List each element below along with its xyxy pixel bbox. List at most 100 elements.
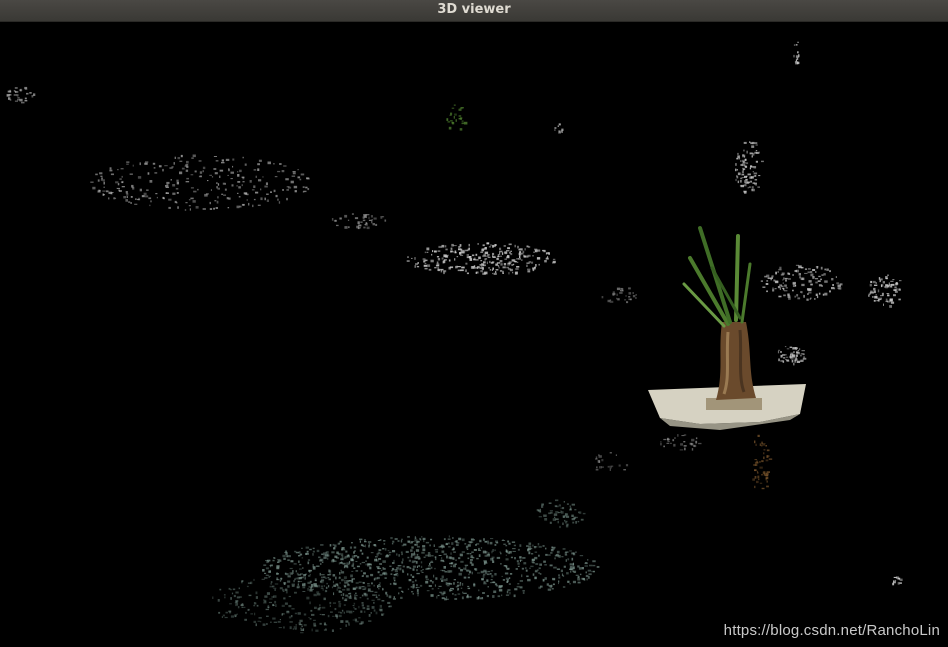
point-cluster-dot	[139, 188, 142, 192]
point-cluster-dot	[294, 591, 297, 594]
point-cluster-dot	[812, 269, 816, 271]
point-cluster-dot	[586, 562, 588, 564]
point-cluster-dot	[490, 538, 494, 540]
point-cluster-dot	[255, 175, 257, 178]
point-cluster-dot	[558, 574, 560, 576]
point-cluster-dot	[414, 556, 418, 560]
point-cluster-dot	[106, 190, 109, 193]
point-cluster-dot	[420, 561, 423, 564]
point-cluster-dot	[302, 567, 304, 569]
point-cluster-dot	[194, 170, 197, 173]
point-cluster-dot	[537, 569, 539, 571]
point-cluster-dot	[868, 294, 870, 297]
point-cluster-dot	[612, 294, 615, 296]
point-cluster-dot	[445, 248, 448, 251]
point-cluster-dot	[482, 267, 484, 270]
point-cluster-dot	[789, 346, 793, 348]
point-cluster-dot	[297, 169, 299, 171]
point-cluster-dot	[291, 585, 295, 587]
point-cluster-dot	[338, 600, 341, 603]
point-cluster-dot	[360, 570, 363, 572]
point-cluster-dot	[554, 127, 557, 129]
point-cluster-dot	[321, 580, 324, 584]
point-cluster-dot	[595, 456, 598, 460]
point-cluster-dot	[237, 174, 240, 177]
point-cluster-dot	[386, 594, 389, 597]
point-cluster-dot	[276, 572, 278, 575]
point-cluster-dot	[401, 538, 403, 540]
point-cluster-dot	[501, 575, 503, 577]
point-cluster-dot	[749, 141, 751, 143]
point-cluster-dot	[742, 161, 745, 164]
point-cluster-dot	[558, 504, 561, 507]
point-cluster-dot	[147, 172, 150, 175]
point-cluster-dot	[347, 219, 350, 221]
point-cluster-dot	[737, 180, 739, 184]
3d-viewport[interactable]: https://blog.csdn.net/RanchoLin	[0, 22, 948, 647]
point-cluster-dot	[398, 554, 400, 557]
point-cluster-dot	[531, 553, 534, 555]
point-cluster-dot	[367, 541, 372, 543]
point-cluster-dot	[331, 559, 334, 563]
point-cluster-dot	[740, 160, 742, 162]
point-cluster-dot	[598, 454, 600, 456]
point-cluster-dot	[115, 181, 119, 184]
point-cluster-dot	[683, 445, 687, 447]
point-cluster-dot	[619, 291, 623, 294]
point-cluster-dot	[797, 349, 800, 351]
point-cluster-dot	[437, 269, 440, 271]
point-cluster-dot	[666, 442, 670, 444]
point-cluster-dot	[126, 193, 129, 196]
point-cluster-dot	[234, 602, 237, 604]
point-cluster-dot	[466, 594, 468, 598]
point-cluster-dot	[534, 546, 538, 548]
point-cluster-dot	[595, 468, 599, 471]
point-cluster-dot	[542, 545, 545, 547]
point-cluster-dot	[412, 541, 415, 543]
point-cluster-dot	[511, 264, 514, 266]
point-cluster-dot	[316, 565, 320, 567]
point-cluster-dot	[393, 579, 396, 582]
point-cluster-dot	[384, 548, 387, 551]
point-cluster-dot	[14, 87, 18, 89]
point-cluster-dot	[294, 578, 297, 581]
point-cluster-dot	[749, 167, 751, 170]
point-cluster-dot	[784, 277, 788, 280]
point-cluster-dot	[239, 596, 242, 598]
point-cluster-dot	[352, 619, 354, 621]
point-cluster-dot	[376, 595, 378, 598]
point-cluster-dot	[737, 152, 739, 155]
point-cluster-dot	[108, 197, 110, 200]
point-cluster-dot	[250, 613, 253, 615]
point-cluster-dot	[474, 568, 477, 570]
point-cluster-dot	[358, 586, 362, 590]
point-cluster-dot	[366, 607, 370, 610]
point-cluster-dot	[273, 557, 276, 559]
point-cluster-dot	[170, 179, 172, 181]
window-titlebar[interactable]: 3D viewer	[0, 0, 948, 22]
point-cluster-dot	[285, 588, 288, 591]
point-cluster-dot	[483, 573, 486, 576]
point-cluster-dot	[181, 167, 185, 170]
point-cluster-dot	[444, 571, 448, 573]
point-cluster-dot	[559, 131, 562, 133]
point-cluster-dot	[308, 585, 310, 588]
point-cluster-dot	[443, 566, 446, 569]
point-cluster-dot	[607, 465, 610, 468]
point-cluster-dot	[436, 256, 440, 258]
point-cluster-dot	[289, 572, 293, 575]
point-cluster-dot	[495, 263, 498, 266]
point-cluster-dot	[297, 574, 302, 576]
point-cluster-dot	[802, 357, 807, 360]
point-cluster-dot	[466, 548, 469, 550]
point-cluster-dot	[264, 185, 268, 188]
point-cluster-dot	[778, 268, 782, 271]
point-cluster-dot	[570, 571, 572, 573]
point-cluster-dot	[779, 284, 782, 286]
point-cluster-dot	[744, 180, 748, 183]
point-cluster-dot	[755, 150, 758, 152]
point-cluster-dot	[192, 200, 196, 203]
point-cluster-dot	[202, 166, 206, 170]
point-cluster-dot	[795, 354, 798, 357]
point-cluster-dot	[148, 197, 152, 200]
